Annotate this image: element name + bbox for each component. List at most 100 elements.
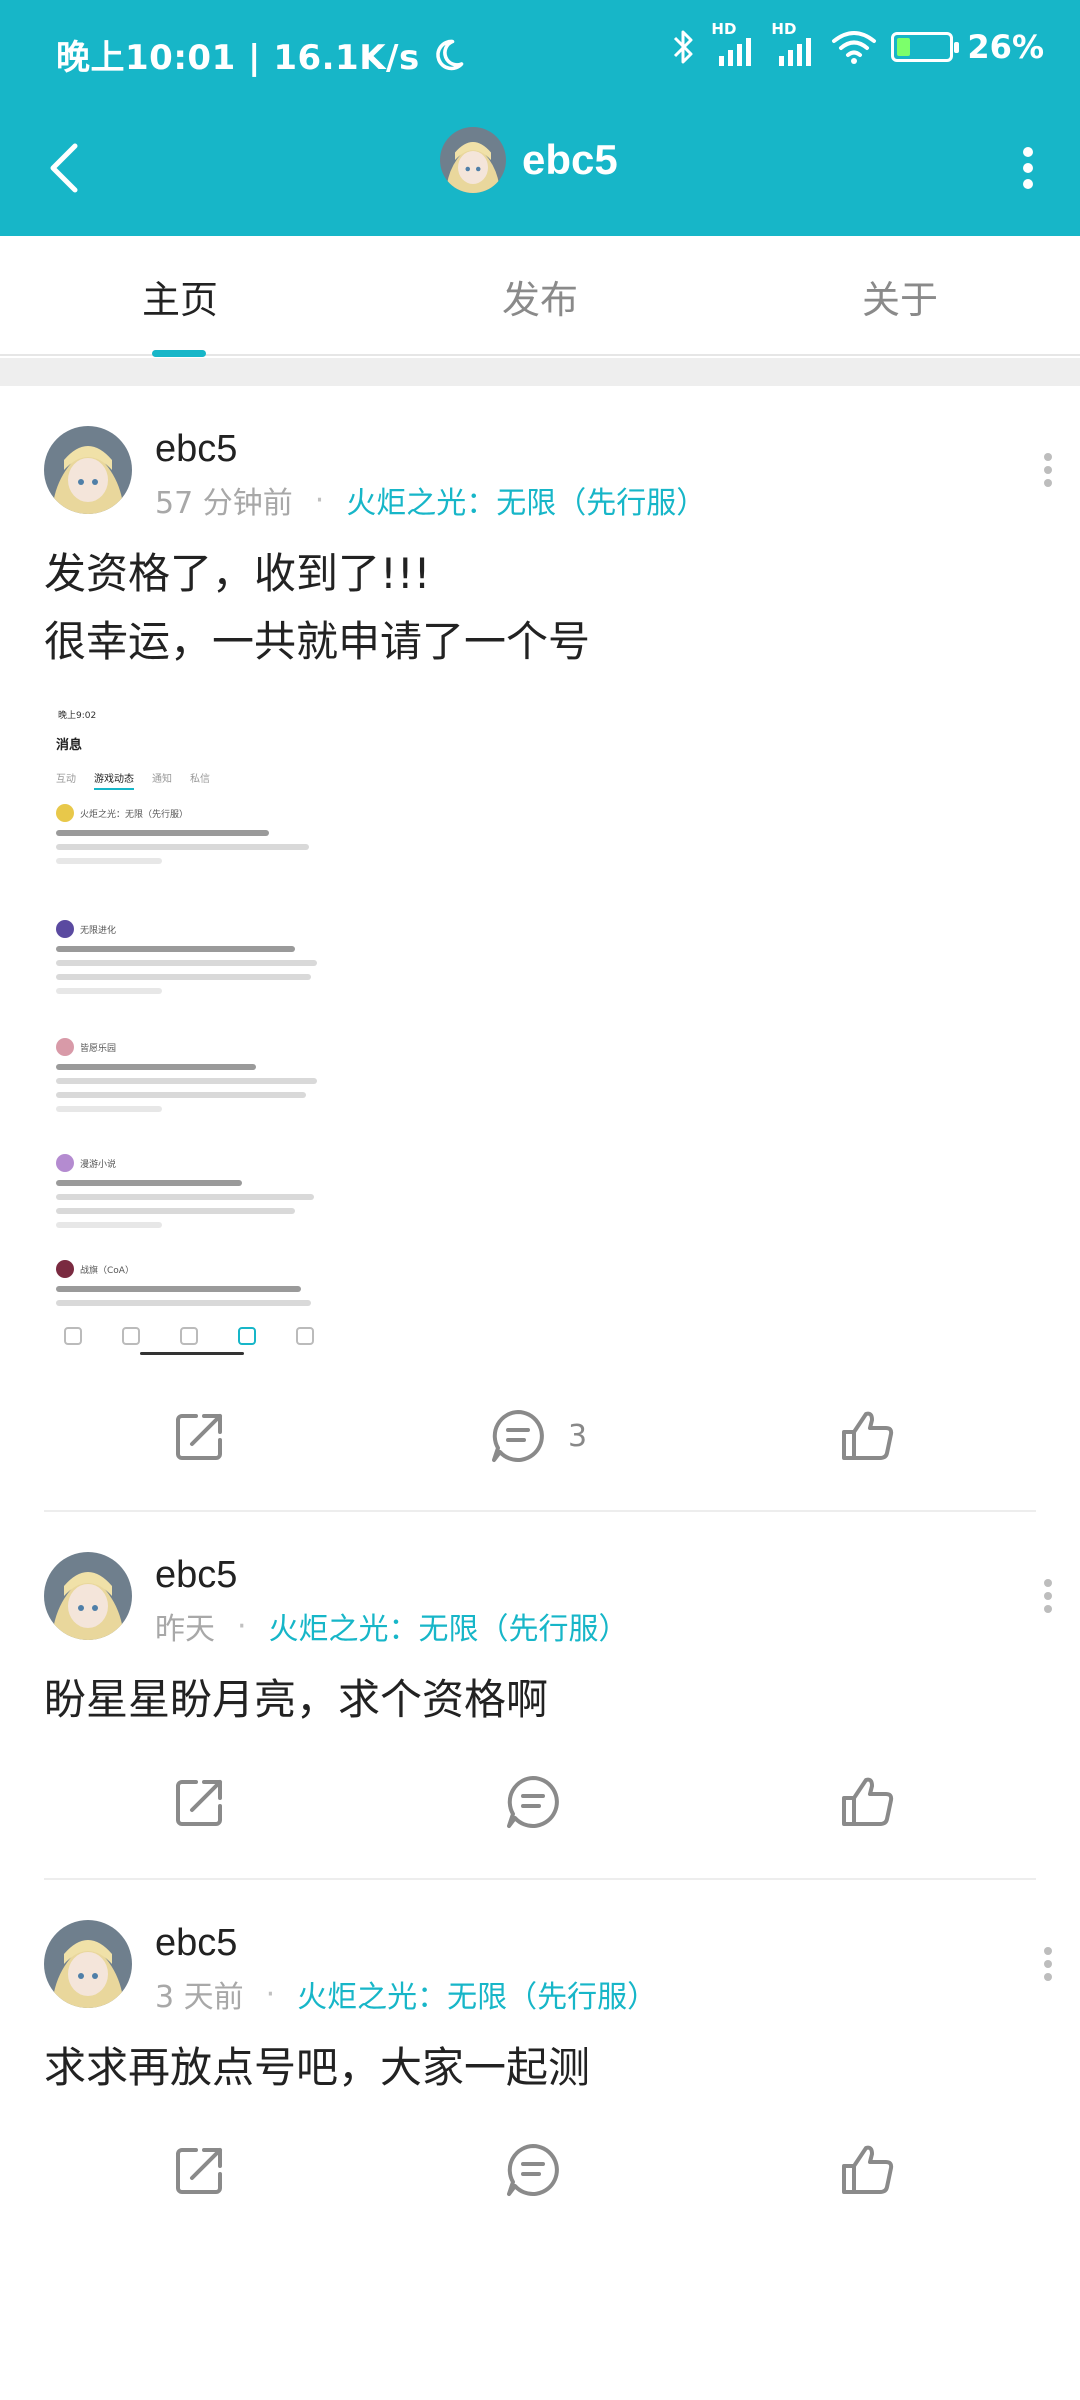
image-status-bar: 晚上9:02 <box>44 700 334 724</box>
avatar[interactable] <box>44 1920 132 2008</box>
post-card: ebc5 57 分钟前 · 火炬之光：无限（先行服） 发资格了，收到了!!! 很… <box>0 386 1080 1512</box>
image-status-time: 晚上9:02 <box>58 711 97 721</box>
post-more-button[interactable] <box>1018 1556 1078 1636</box>
profile-title: ebc5 <box>440 125 618 195</box>
status-left: 晚上10:01 | 16.1K/s <box>56 30 466 79</box>
share-button[interactable] <box>170 2130 230 2210</box>
header-area: 晚上10:01 | 16.1K/s HD HD 26% ebc5 <box>0 0 1080 236</box>
image-home-indicator <box>140 1352 244 1355</box>
battery-text: 26% <box>967 28 1044 66</box>
meta-separator: · <box>237 1608 247 1644</box>
like-button[interactable] <box>838 2130 898 2210</box>
post-text[interactable]: 盼星星盼月亮，求个资格啊 <box>44 1666 548 1734</box>
status-time: 晚上10:01 | 16.1K/s <box>56 38 420 78</box>
post-actions <box>0 1762 1080 1842</box>
more-vertical-icon <box>1023 147 1033 189</box>
post-text[interactable]: 发资格了，收到了!!! 很幸运，一共就申请了一个号 <box>44 540 590 676</box>
comment-icon <box>507 2144 559 2196</box>
back-arrow-icon <box>50 143 78 193</box>
post-username[interactable]: ebc5 <box>155 428 237 471</box>
comment-button[interactable] <box>503 1762 563 1842</box>
image-tab: 互动 <box>56 774 76 785</box>
post-actions <box>0 2130 1080 2210</box>
moon-icon <box>435 39 464 70</box>
post-text-line: 盼星星盼月亮，求个资格啊 <box>44 1675 549 1724</box>
status-right: HD HD 26% <box>657 20 1044 66</box>
share-button[interactable] <box>170 1396 230 1476</box>
image-item-name: 皆愿乐园 <box>80 1043 117 1054</box>
share-button[interactable] <box>170 1762 230 1842</box>
image-list-item: 战旗（CoA） <box>56 1260 322 1306</box>
status-bar: 晚上10:01 | 16.1K/s HD HD 26% <box>0 0 1080 105</box>
tab-about[interactable]: 关于 <box>800 236 1000 356</box>
app-bar: ebc5 <box>0 110 1080 236</box>
signal-2-icon: HD <box>771 20 817 66</box>
game-tag[interactable]: 火炬之光：无限（先行服） <box>297 1972 657 2016</box>
tab-home[interactable]: 主页 <box>80 236 280 356</box>
image-item-name: 漫游小说 <box>80 1159 117 1170</box>
image-item-name: 无限进化 <box>80 925 117 936</box>
tab-publish[interactable]: 发布 <box>440 236 640 356</box>
game-tag[interactable]: 火炬之光：无限（先行服） <box>346 478 706 522</box>
post-more-button[interactable] <box>1018 1924 1078 2004</box>
thumbs-up-icon <box>842 1411 894 1460</box>
image-list-item: 火炬之光：无限（先行服） <box>56 804 322 864</box>
bluetooth-icon <box>674 30 693 64</box>
post-image[interactable]: 晚上9:02 消息 互动 游戏动态 通知 私信 火炬之光：无限（先行服） 无限进… <box>44 700 334 1360</box>
more-options-button[interactable] <box>998 128 1058 208</box>
battery-fill <box>897 38 911 56</box>
image-item-name: 战旗（CoA） <box>80 1265 134 1276</box>
post-actions: 3 <box>0 1396 1080 1476</box>
thumbs-up-icon <box>842 2145 894 2194</box>
post-time: 昨天 <box>155 1612 215 1647</box>
more-vertical-icon <box>1044 1947 1052 1981</box>
post-meta: 3 天前 · 火炬之光：无限（先行服） <box>155 1972 657 2016</box>
section-gap <box>0 358 1080 386</box>
post-text-line: 求求再放点号吧，大家一起测 <box>44 2043 591 2092</box>
page-title: ebc5 <box>522 136 618 183</box>
post-text-line: 很幸运，一共就申请了一个号 <box>44 617 591 666</box>
image-title: 消息 <box>56 738 83 753</box>
title-avatar <box>440 127 506 193</box>
more-vertical-icon <box>1044 1579 1052 1613</box>
comment-button[interactable]: 3 <box>488 1396 587 1476</box>
avatar[interactable] <box>44 426 132 514</box>
post-meta: 昨天 · 火炬之光：无限（先行服） <box>155 1604 629 1648</box>
like-button[interactable] <box>838 1762 898 1842</box>
post-time: 3 天前 <box>155 1980 244 2015</box>
like-button[interactable] <box>838 1396 898 1476</box>
meta-separator: · <box>314 482 325 518</box>
post-username[interactable]: ebc5 <box>155 1922 237 1965</box>
post-text-line: 发资格了，收到了!!! <box>44 549 431 598</box>
image-tabs: 互动 游戏动态 通知 私信 <box>56 770 228 790</box>
post-more-button[interactable] <box>1018 430 1078 510</box>
comment-count: 3 <box>568 1418 588 1454</box>
image-item-name: 火炬之光：无限（先行服） <box>80 809 189 820</box>
comment-button[interactable] <box>503 2130 563 2210</box>
back-button[interactable] <box>34 128 94 208</box>
more-vertical-icon <box>1044 453 1052 487</box>
meta-separator: · <box>265 1976 276 2012</box>
tab-indicator <box>152 350 206 357</box>
battery-icon <box>891 32 960 62</box>
game-tag[interactable]: 火炬之光：无限（先行服） <box>269 1604 629 1648</box>
image-tab: 私信 <box>190 774 210 785</box>
thumbs-up-icon <box>842 1777 894 1826</box>
wifi-icon <box>832 31 877 64</box>
post-meta: 57 分钟前 · 火炬之光：无限（先行服） <box>155 478 706 522</box>
post-card: ebc5 3 天前 · 火炬之光：无限（先行服） 求求再放点号吧，大家一起测 <box>0 1880 1080 2260</box>
image-bottom-nav <box>44 1316 334 1356</box>
post-text[interactable]: 求求再放点号吧，大家一起测 <box>44 2034 590 2102</box>
image-list-item: 无限进化 <box>56 920 322 994</box>
profile-tabs: 主页 发布 关于 <box>0 236 1080 357</box>
post-time: 57 分钟前 <box>155 486 293 521</box>
comment-icon <box>492 1410 544 1462</box>
share-icon <box>176 1414 222 1460</box>
avatar[interactable] <box>44 1552 132 1640</box>
post-username[interactable]: ebc5 <box>155 1554 237 1597</box>
share-icon <box>176 1780 222 1826</box>
share-icon <box>176 2148 222 2194</box>
post-card: ebc5 昨天 · 火炬之光：无限（先行服） 盼星星盼月亮，求个资格啊 <box>0 1512 1080 1880</box>
comment-icon <box>507 1776 559 1828</box>
image-tab: 通知 <box>152 774 172 785</box>
